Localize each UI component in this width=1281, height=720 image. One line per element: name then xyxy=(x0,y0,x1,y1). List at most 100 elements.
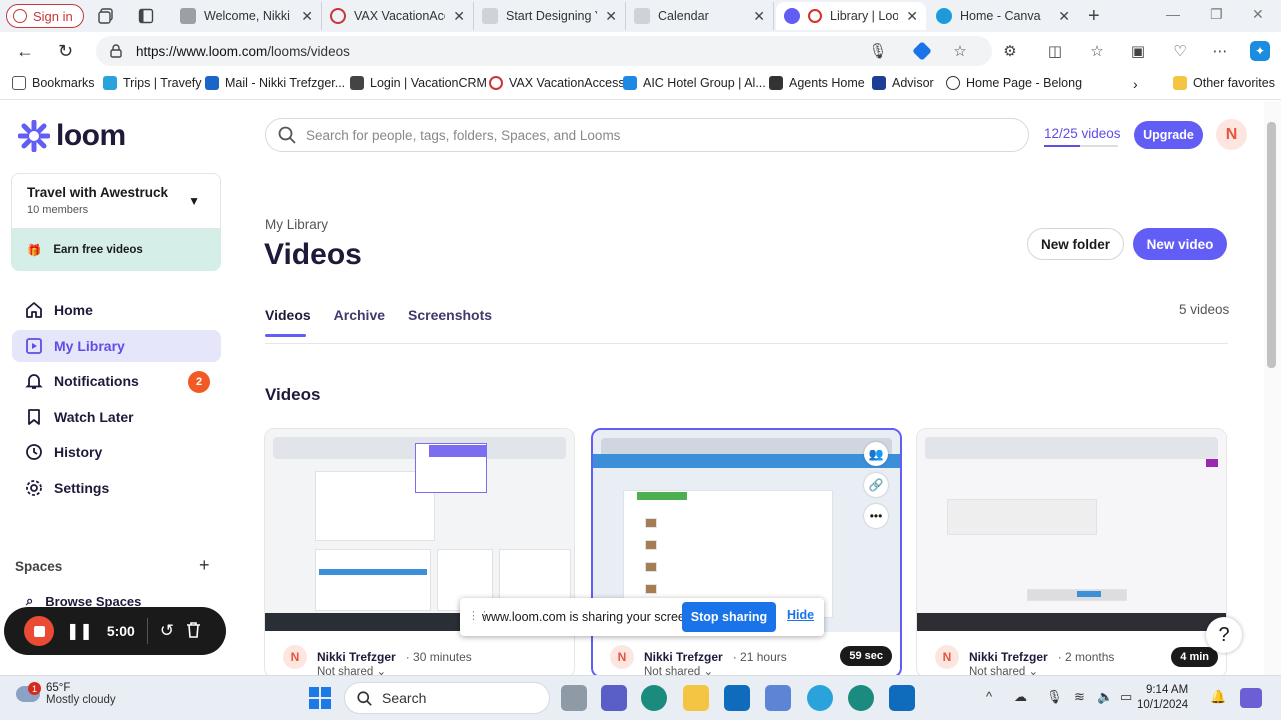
back-icon[interactable]: ← xyxy=(16,41,34,62)
video-card[interactable]: 4 min N Nikki Trefzger · 2 months Not sh… xyxy=(916,428,1227,678)
breadcrumb[interactable]: My Library xyxy=(265,217,328,232)
extension-shield-icon[interactable] xyxy=(912,41,932,61)
video-thumbnail[interactable] xyxy=(917,429,1226,631)
bookmark-item[interactable]: Trips | Travefy xyxy=(103,76,202,90)
bookmark-item[interactable]: Home Page - Belong xyxy=(946,76,1082,90)
browser-tab[interactable]: Start Designing Yo ✕ xyxy=(474,2,626,30)
weather-widget[interactable]: 1 65°F Mostly cloudy xyxy=(16,682,116,706)
upgrade-button[interactable]: Upgrade xyxy=(1134,121,1203,149)
browser-tab[interactable]: Calendar ✕ xyxy=(626,2,774,30)
drag-handle-icon[interactable]: ⋮⋮ xyxy=(468,609,490,622)
volume-icon[interactable]: 🔈 xyxy=(1097,689,1113,705)
new-folder-button[interactable]: New folder xyxy=(1027,228,1124,260)
folder-icon[interactable] xyxy=(683,685,709,711)
tab-videos[interactable]: Videos xyxy=(265,307,311,337)
cloud-sync-icon[interactable]: ☁ xyxy=(1014,689,1027,705)
file-explorer-widget-icon[interactable] xyxy=(561,685,587,711)
sidebar-item-history[interactable]: History xyxy=(12,436,221,468)
store-icon[interactable] xyxy=(724,685,750,711)
sign-in-button[interactable]: Sign in xyxy=(6,4,84,28)
close-tab-icon[interactable]: ✕ xyxy=(1058,8,1070,25)
video-card[interactable]: 👥 🔗 ••• 59 sec N Nikki Trefzger · 21 hou… xyxy=(591,428,902,678)
tab-actions-icon[interactable] xyxy=(136,6,156,26)
trash-icon[interactable] xyxy=(186,621,201,641)
teams-icon[interactable] xyxy=(601,685,627,711)
help-button[interactable]: ? xyxy=(1206,617,1242,653)
extensions-icon[interactable]: ⚙ xyxy=(1000,41,1020,61)
new-video-button[interactable]: New video xyxy=(1133,228,1227,260)
close-tab-icon[interactable]: ✕ xyxy=(906,8,918,25)
sidebar-item-notifications[interactable]: Notifications 2 xyxy=(12,365,221,397)
workspaces-icon[interactable] xyxy=(96,6,116,26)
outlook-icon[interactable] xyxy=(889,685,915,711)
bookmark-item[interactable]: Agents Home xyxy=(769,76,865,90)
workspace-switcher[interactable]: Travel with Awestruck 10 members ▼ xyxy=(11,173,221,229)
copilot-icon[interactable]: ✦ xyxy=(1250,41,1270,61)
loom-logo[interactable]: loom xyxy=(18,119,126,153)
pause-icon[interactable]: ❚❚ xyxy=(66,621,93,641)
taskbar-search-input[interactable]: Search xyxy=(344,682,550,714)
close-tab-icon[interactable]: ✕ xyxy=(753,8,765,25)
address-bar[interactable]: https://www.loom.com/looms/videos xyxy=(96,36,992,66)
search-input[interactable]: Search for people, tags, folders, Spaces… xyxy=(265,118,1029,152)
browser-tab[interactable]: Welcome, Nikki Tre ✕ xyxy=(172,2,322,30)
battery-icon[interactable]: ▭ xyxy=(1120,689,1132,705)
restore-icon[interactable]: ❐ xyxy=(1210,6,1223,23)
favorites-icon[interactable]: ☆ xyxy=(1087,41,1107,61)
bookmark-item[interactable]: VAX VacationAccess xyxy=(489,76,625,90)
browser-tab-active[interactable]: Library | Loom ✕ xyxy=(776,2,926,30)
wifi-icon[interactable]: ≋ xyxy=(1074,689,1085,705)
stop-recording-button[interactable] xyxy=(24,616,54,646)
settings-more-icon[interactable]: ⋯ xyxy=(1210,41,1230,61)
bookmark-item[interactable]: AIC Hotel Group | Al... xyxy=(623,76,766,90)
add-space-icon[interactable]: + xyxy=(199,555,210,576)
microphone-icon[interactable]: 🎙 xyxy=(868,41,888,61)
close-tab-icon[interactable]: ✕ xyxy=(605,8,617,25)
minimize-icon[interactable]: — xyxy=(1166,6,1180,22)
microphone-icon[interactable]: 🎙 xyxy=(1046,689,1063,705)
refresh-icon[interactable]: ↻ xyxy=(58,41,73,62)
sidebar-item-home[interactable]: Home xyxy=(12,294,221,326)
tab-screenshots[interactable]: Screenshots xyxy=(408,307,492,323)
split-screen-icon[interactable]: ◫ xyxy=(1045,41,1065,61)
bookmark-item[interactable]: Login | VacationCRM xyxy=(350,76,487,90)
system-clock[interactable]: 9:14 AM 10/1/2024 xyxy=(1137,683,1188,713)
close-tab-icon[interactable]: ✕ xyxy=(301,8,313,25)
browser-essentials-icon[interactable]: ♡ xyxy=(1170,41,1190,61)
close-tab-icon[interactable]: ✕ xyxy=(453,8,465,25)
bookmark-item[interactable]: Advisor xyxy=(872,76,934,90)
edge-icon[interactable] xyxy=(641,685,667,711)
other-favorites[interactable]: Other favorites xyxy=(1173,76,1275,90)
avatar[interactable]: N xyxy=(1216,119,1247,150)
earn-free-videos-button[interactable]: 🎁 Earn free videos xyxy=(11,229,221,271)
notifications-bell-icon[interactable]: 🔔 xyxy=(1210,689,1226,705)
bookmark-item[interactable]: Bookmarks xyxy=(12,76,95,90)
copilot-app-icon[interactable] xyxy=(1240,688,1262,708)
new-tab-icon[interactable]: + xyxy=(1088,5,1100,28)
stop-sharing-button[interactable]: Stop sharing xyxy=(682,602,776,632)
sidebar-item-watch-later[interactable]: Watch Later xyxy=(12,401,221,433)
video-usage-counter[interactable]: 12/25 videos xyxy=(1044,126,1121,147)
sidebar-item-settings[interactable]: Settings xyxy=(12,472,221,504)
sidebar-item-my-library[interactable]: My Library xyxy=(12,330,221,362)
windows-start-icon[interactable] xyxy=(309,687,331,709)
share-people-icon[interactable]: 👥 xyxy=(864,442,888,466)
edge-icon[interactable] xyxy=(848,685,874,711)
hp-icon[interactable] xyxy=(765,685,791,711)
more-bookmarks-icon[interactable]: › xyxy=(1133,76,1138,92)
restart-icon[interactable]: ↺ xyxy=(160,621,174,641)
hide-sharing-bar-link[interactable]: Hide xyxy=(787,608,814,622)
browser-tab[interactable]: VAX VacationAcce ✕ xyxy=(322,2,474,30)
browser-tab[interactable]: Home - Canva ✕ xyxy=(928,2,1078,30)
copy-link-icon[interactable]: 🔗 xyxy=(864,473,888,497)
close-window-icon[interactable]: ✕ xyxy=(1252,6,1264,23)
collections-icon[interactable]: ▣ xyxy=(1128,41,1148,61)
chevron-up-icon[interactable]: ^ xyxy=(986,689,992,704)
tab-archive[interactable]: Archive xyxy=(334,307,385,323)
scrollbar-thumb[interactable] xyxy=(1267,122,1276,368)
help-app-icon[interactable] xyxy=(807,685,833,711)
bookmark-item[interactable]: Mail - Nikki Trefzger... xyxy=(205,76,345,90)
video-card[interactable]: N Nikki Trefzger · 30 minutes Not shared… xyxy=(264,428,575,678)
favorite-star-icon[interactable]: ☆ xyxy=(950,41,970,61)
more-options-icon[interactable]: ••• xyxy=(864,504,888,528)
